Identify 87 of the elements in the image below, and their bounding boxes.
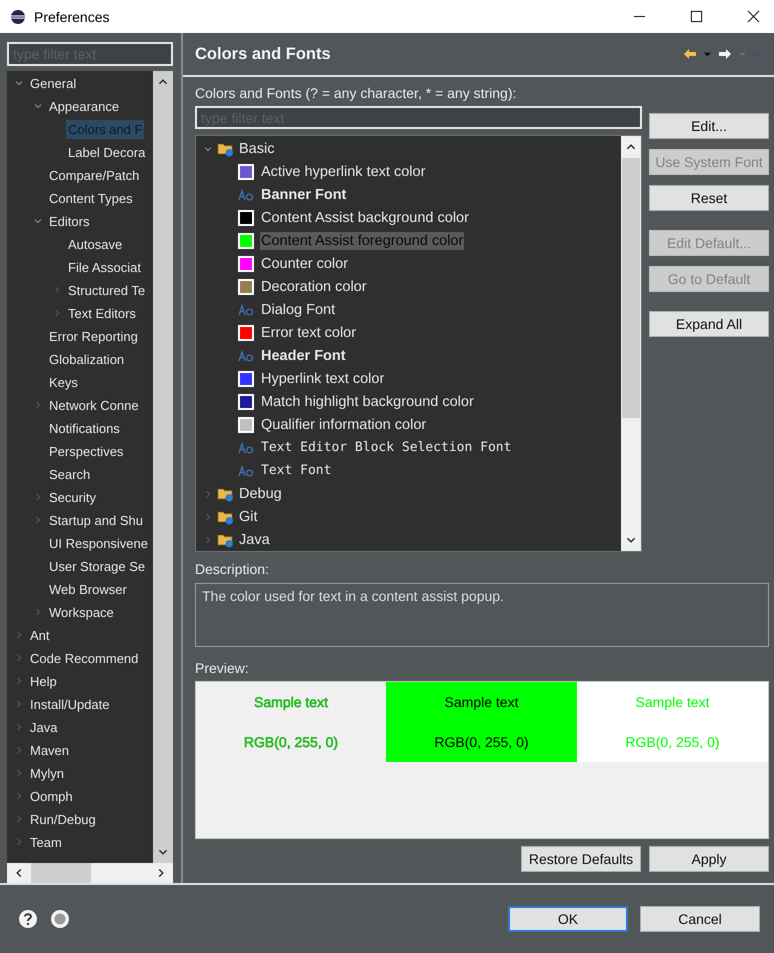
side-button[interactable]: Edit... bbox=[649, 113, 769, 139]
tree-item[interactable]: Mylyn bbox=[28, 764, 66, 783]
tree-item[interactable]: Error Reporting bbox=[47, 326, 140, 346]
tree-item[interactable]: General bbox=[28, 74, 78, 93]
list-item[interactable]: Banner Font bbox=[260, 186, 348, 204]
tree-item[interactable]: Appearance bbox=[47, 96, 122, 116]
side-button[interactable]: Expand All bbox=[649, 311, 769, 337]
list-item[interactable]: Dialog Font bbox=[260, 300, 336, 318]
dialog-button[interactable]: OK bbox=[508, 906, 628, 932]
description-box: The color used for text in a content assist popup. bbox=[195, 583, 769, 647]
window-title: Preferences bbox=[34, 8, 110, 24]
tree-item[interactable]: Network Conne bbox=[47, 396, 141, 415]
tree-item[interactable]: Security bbox=[47, 488, 98, 507]
preview-cell: Sample text bbox=[386, 682, 577, 722]
preview-cell: RGB(0, 255, 0) bbox=[577, 722, 768, 762]
font-icon bbox=[238, 350, 254, 362]
font-icon bbox=[238, 188, 254, 200]
tree-item[interactable]: Content Types bbox=[47, 188, 135, 208]
help-icon[interactable] bbox=[18, 909, 38, 929]
category-item[interactable]: Java bbox=[239, 532, 270, 548]
tree-item[interactable]: Oomph bbox=[28, 786, 75, 806]
tree-item[interactable]: Code Recommend bbox=[28, 648, 140, 668]
scroll-thumb[interactable] bbox=[31, 863, 91, 883]
category-item[interactable]: Git bbox=[239, 508, 258, 524]
list-item[interactable]: Text Font bbox=[260, 462, 332, 479]
list-item[interactable]: Match highlight background color bbox=[260, 392, 475, 410]
preview-cell: RGB(0, 255, 0) bbox=[386, 722, 577, 762]
app-icon bbox=[10, 8, 26, 24]
tree-item[interactable]: Run/Debug bbox=[28, 810, 98, 829]
tree-item[interactable]: Team bbox=[28, 832, 64, 852]
tree-item[interactable]: Java bbox=[28, 718, 60, 737]
list-item[interactable]: Content Assist background color bbox=[260, 208, 470, 226]
dialog-button[interactable]: Apply bbox=[649, 846, 769, 872]
tree-item[interactable]: Startup and Shu bbox=[47, 510, 145, 530]
tree-item[interactable]: Install/Update bbox=[28, 694, 112, 714]
scrollbar[interactable] bbox=[153, 70, 173, 863]
close-icon[interactable] bbox=[747, 10, 760, 23]
tree-item[interactable]: User Storage Se bbox=[47, 556, 148, 576]
preview-cell: Sample text bbox=[577, 682, 768, 722]
tree-item[interactable]: Ant bbox=[28, 626, 52, 645]
list-item[interactable]: Counter color bbox=[260, 254, 350, 272]
forward-arrow-icon[interactable] bbox=[718, 48, 732, 60]
tree-item[interactable]: Notifications bbox=[47, 418, 122, 438]
tree-item[interactable]: Text Editors bbox=[66, 304, 138, 323]
category-item[interactable]: Basic bbox=[239, 140, 274, 156]
tree-item[interactable]: Web Browser bbox=[47, 580, 129, 599]
font-icon bbox=[238, 442, 254, 454]
tree-item[interactable]: Perspectives bbox=[47, 442, 126, 461]
tree-item[interactable]: Search bbox=[47, 464, 92, 484]
tree-item[interactable]: Keys bbox=[47, 372, 80, 392]
tree-item[interactable]: Maven bbox=[28, 740, 72, 760]
scroll-thumb[interactable] bbox=[622, 158, 640, 418]
tree-item[interactable]: Compare/Patch bbox=[47, 166, 142, 185]
list-item[interactable]: Decoration color bbox=[260, 278, 368, 296]
dropdown-icon[interactable] bbox=[703, 50, 712, 58]
tree-item[interactable]: Structured Te bbox=[66, 280, 148, 300]
record-icon[interactable] bbox=[50, 909, 70, 929]
tree-item[interactable]: UI Responsivene bbox=[47, 534, 150, 553]
category-item[interactable]: Debug bbox=[239, 486, 282, 502]
tree-item[interactable]: Globalization bbox=[47, 350, 126, 369]
description-label: Description: bbox=[195, 561, 270, 577]
dropdown-icon bbox=[738, 50, 747, 58]
tree-item[interactable]: Workspace bbox=[47, 602, 116, 622]
font-icon bbox=[238, 464, 254, 476]
tree-item[interactable]: File Associat bbox=[66, 258, 143, 277]
list-item[interactable]: Qualifier information color bbox=[260, 416, 428, 434]
list-item[interactable]: Error text color bbox=[260, 324, 358, 342]
tree-item[interactable]: Editors bbox=[47, 212, 92, 231]
page-title: Colors and Fonts bbox=[195, 44, 331, 64]
back-arrow-icon[interactable] bbox=[683, 48, 697, 60]
tree-item[interactable]: Label Decora bbox=[66, 142, 148, 162]
list-item[interactable]: Header Font bbox=[260, 346, 347, 364]
dialog-button[interactable]: Restore Defaults bbox=[521, 846, 641, 872]
list-item[interactable]: Text Editor Block Selection Font bbox=[260, 439, 512, 456]
scrollbar[interactable] bbox=[7, 863, 173, 883]
scrollbar[interactable] bbox=[621, 136, 641, 551]
tree-item[interactable]: Help bbox=[28, 672, 59, 691]
side-button[interactable]: Reset bbox=[649, 185, 769, 211]
dialog-button[interactable]: Cancel bbox=[640, 906, 760, 932]
preview-label: Preview: bbox=[195, 660, 250, 676]
list-item[interactable]: Active hyperlink text color bbox=[260, 162, 426, 180]
filter-label: Colors and Fonts (? = any character, * = any string): bbox=[195, 85, 518, 101]
maximize-icon[interactable] bbox=[690, 10, 703, 23]
font-icon bbox=[238, 304, 254, 316]
list-item[interactable]: Hyperlink text color bbox=[260, 370, 386, 388]
tree-item[interactable]: Autosave bbox=[66, 234, 124, 254]
view-menu-icon[interactable] bbox=[753, 50, 762, 58]
